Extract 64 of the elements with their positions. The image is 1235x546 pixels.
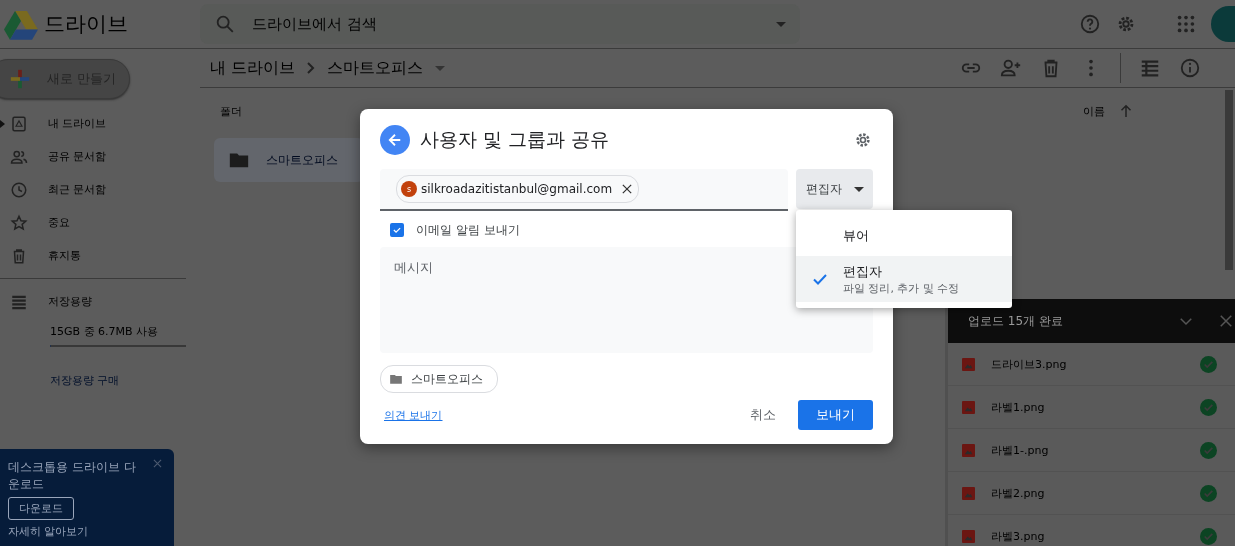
image-file-icon [962, 443, 975, 457]
buy-storage-link[interactable]: 저장용량 구매 [50, 373, 200, 388]
sidebar-item[interactable]: 중요 [0, 206, 200, 239]
plus-icon [9, 68, 31, 90]
app-title: 드라이브 [44, 11, 128, 38]
clock-icon [10, 180, 28, 199]
sidebar-item[interactable]: 최근 문서함 [0, 173, 200, 206]
image-file-icon [962, 400, 975, 414]
account-avatar[interactable] [1211, 6, 1235, 42]
role-dropdown[interactable]: 편집자 [796, 169, 873, 209]
learn-more-link[interactable]: 자세히 알아보기 [8, 524, 89, 539]
expand-arrow-icon[interactable] [0, 119, 5, 128]
upload-row[interactable]: 라벨2.png [948, 472, 1235, 515]
apps-grid-icon[interactable] [1175, 13, 1197, 35]
download-button[interactable]: 다운로드 [8, 497, 74, 520]
sidebar-item[interactable]: 휴지통 [0, 239, 200, 272]
avatar-initial: s [401, 181, 417, 197]
option-label: 뷰어 [843, 226, 869, 245]
send-button[interactable]: 보내기 [798, 400, 873, 430]
role-option[interactable]: 편집자 파일 정리, 추가 및 수정 [796, 256, 1012, 302]
sidebar-item[interactable]: 내 드라이브 [0, 107, 200, 140]
banner-title: 데스크톱용 드라이브 다운로드 [8, 459, 137, 493]
upload-panel-title: 업로드 15개 완료 [968, 312, 1063, 330]
breadcrumb-item[interactable]: 스마트오피스 [327, 57, 424, 79]
star-icon [10, 213, 28, 232]
list-view-icon[interactable] [1139, 57, 1161, 79]
back-button[interactable] [380, 125, 410, 155]
sort-label[interactable]: 이름 [1083, 103, 1105, 119]
settings-icon[interactable] [853, 130, 873, 150]
storage-usage-text: 15GB 중 6.7MB 사용 [50, 324, 160, 339]
recipient-chip[interactable]: s silkroadazitistanbul@gmail.com [396, 175, 640, 203]
drive-icon [10, 114, 28, 133]
upload-row[interactable]: 라벨1-.png [948, 429, 1235, 472]
recipients-field[interactable]: s silkroadazitistanbul@gmail.com [380, 169, 788, 211]
breadcrumb-item[interactable]: 내 드라이브 [210, 57, 296, 79]
dialog-title: 사용자 및 그룹과 공유 [420, 127, 610, 152]
scrollbar[interactable] [1225, 90, 1233, 270]
image-file-icon [962, 529, 975, 543]
checkbox[interactable] [390, 223, 404, 237]
info-icon[interactable] [1179, 57, 1201, 79]
dropdown-caret-icon[interactable] [776, 21, 786, 27]
image-file-icon [962, 486, 975, 500]
upload-row[interactable]: 라벨3.png [948, 515, 1235, 546]
drive-logo-icon [4, 8, 38, 40]
sidebar-item[interactable]: 공유 문서함 [0, 140, 200, 173]
close-icon[interactable] [622, 184, 633, 194]
item-chip: 스마트오피스 [380, 365, 498, 393]
search-field[interactable]: 드라이브에서 검색 [250, 14, 762, 34]
search-bar[interactable]: 드라이브에서 검색 [200, 4, 800, 44]
chevron-right-icon [307, 62, 316, 74]
add-person-icon[interactable] [1000, 57, 1022, 79]
image-file-icon [962, 357, 975, 371]
folder-icon [389, 372, 403, 386]
help-icon[interactable] [1079, 13, 1101, 35]
storage-item[interactable]: 저장용량 [0, 285, 200, 318]
search-icon [214, 13, 236, 35]
upload-row[interactable]: 라벨1.png [948, 386, 1235, 429]
section-title: 폴더 [220, 103, 242, 119]
recipient-email: silkroadazitistanbul@gmail.com [421, 182, 613, 196]
upload-row[interactable]: 드라이브3.png [948, 343, 1235, 386]
dropdown-caret-icon[interactable] [435, 65, 446, 71]
feedback-link[interactable]: 의견 보내기 [380, 407, 443, 423]
dropdown-caret-icon [853, 186, 864, 192]
cancel-button[interactable]: 취소 [736, 398, 790, 432]
